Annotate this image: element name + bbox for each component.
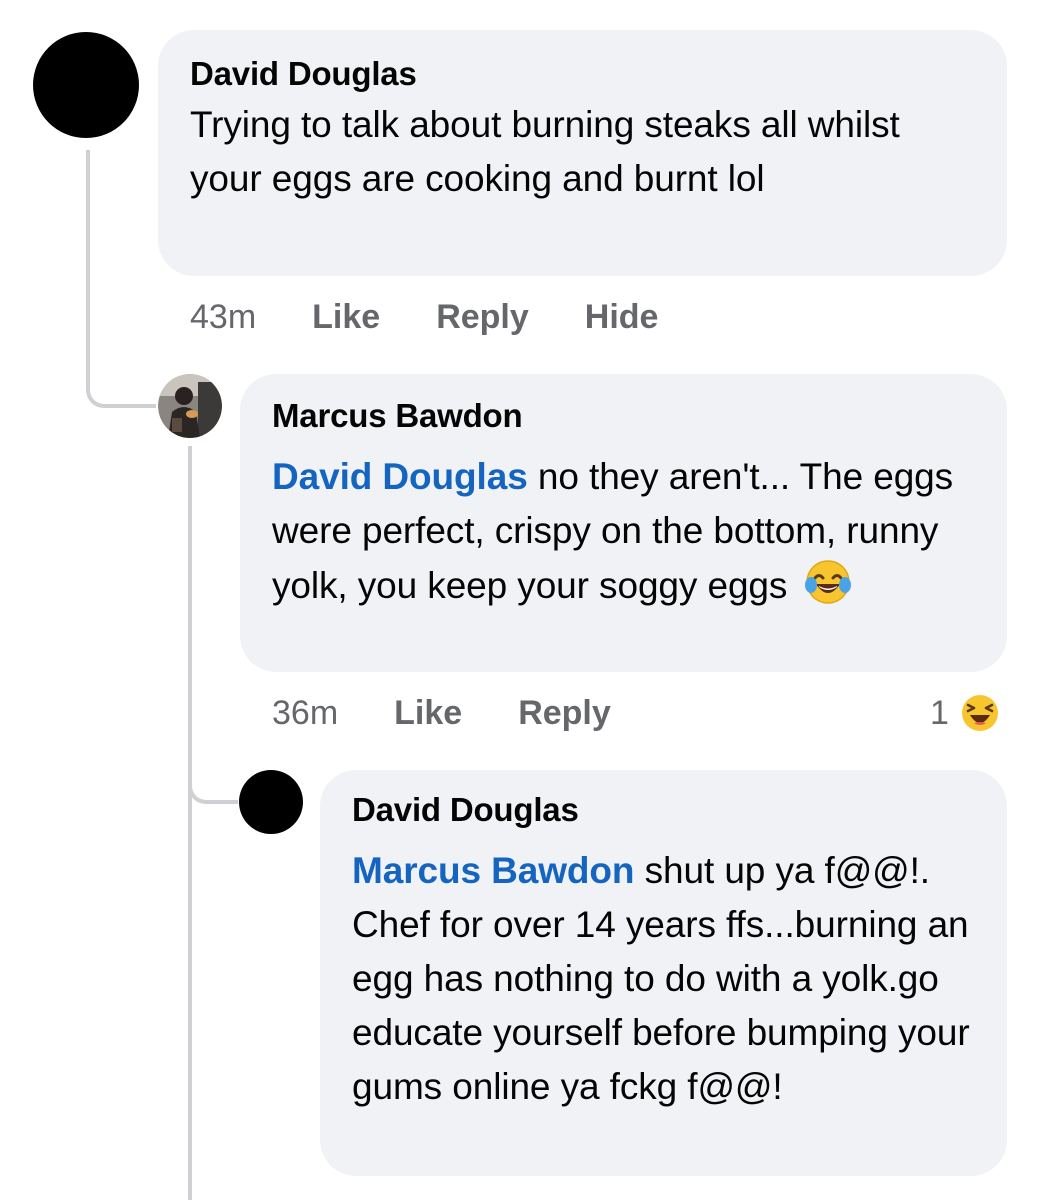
hide-button[interactable]: Hide: [585, 298, 659, 337]
comment-timestamp[interactable]: 36m: [272, 694, 338, 733]
comment-author[interactable]: Marcus Bawdon: [272, 396, 977, 436]
comment-author[interactable]: David Douglas: [190, 54, 977, 94]
comment-actions: 43m Like Reply Hide: [190, 292, 714, 342]
comment-text: Marcus Bawdon shut up ya f@@!. Chef for …: [352, 844, 972, 1114]
comment-author[interactable]: David Douglas: [352, 790, 977, 830]
reply-button[interactable]: Reply: [436, 298, 529, 337]
like-button[interactable]: Like: [312, 298, 380, 337]
avatar[interactable]: [33, 32, 139, 138]
thread-line: [86, 150, 90, 350]
avatar[interactable]: [239, 770, 303, 834]
comment-bubble: Marcus Bawdon David Douglas no they aren…: [240, 374, 1007, 672]
comment-text: Trying to talk about burning steaks all …: [190, 104, 900, 199]
thread-connector: [86, 340, 156, 408]
comment-actions: 36m Like Reply: [272, 688, 667, 738]
reply-button[interactable]: Reply: [518, 694, 611, 733]
laughing-reaction-icon: [957, 690, 1003, 736]
like-button[interactable]: Like: [394, 694, 462, 733]
mention-link[interactable]: Marcus Bawdon: [352, 850, 635, 891]
comment-bubble: David Douglas Trying to talk about burni…: [158, 30, 1007, 276]
comment-bubble: David Douglas Marcus Bawdon shut up ya f…: [320, 770, 1007, 1176]
mention-link[interactable]: David Douglas: [272, 456, 528, 497]
comment-text: David Douglas no they aren't... The eggs…: [272, 450, 962, 621]
face-with-tears-of-joy-icon: [804, 558, 852, 621]
comment-timestamp[interactable]: 43m: [190, 298, 256, 337]
profile-photo-icon: [158, 374, 222, 438]
reaction-summary[interactable]: 1: [930, 688, 1003, 738]
avatar[interactable]: [158, 374, 222, 438]
reaction-count: 1: [930, 693, 949, 732]
thread-line: [188, 446, 192, 1200]
thread-connector: [188, 740, 238, 804]
